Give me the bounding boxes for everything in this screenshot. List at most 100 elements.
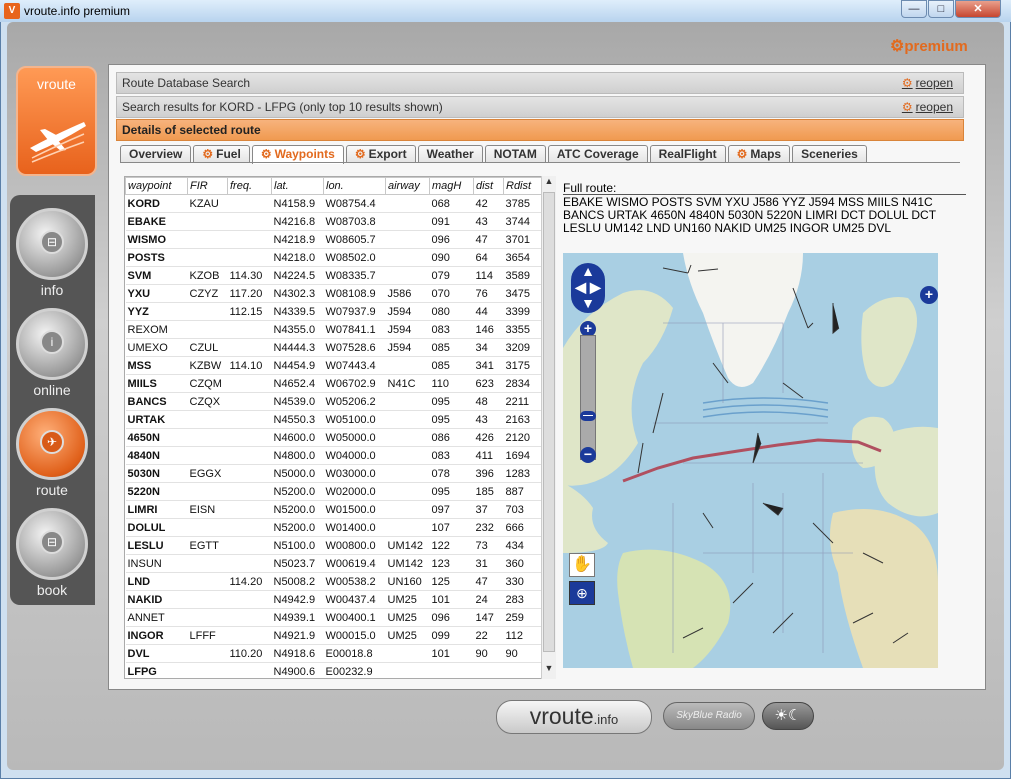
cell-lat: N4918.6 xyxy=(271,644,324,663)
table-row[interactable]: INSUN N5023.7 W00619.4 UM142 123 31 360 xyxy=(125,554,542,573)
cell-dist: 44 xyxy=(473,302,504,321)
cell-rdist: 666 xyxy=(503,518,542,537)
table-row[interactable]: REXOM N4355.0 W07841.1 J594 083 146 3355 xyxy=(125,320,542,339)
reopen-link-2[interactable]: ⚙ reopen xyxy=(902,100,953,114)
cell-waypoint: MIILS xyxy=(125,374,188,393)
zoom-handle[interactable]: — xyxy=(580,411,596,421)
tab-atc-coverage[interactable]: ATC Coverage xyxy=(547,145,648,163)
cell-airway: UM142 xyxy=(385,554,430,573)
cell-fir: EGGX xyxy=(187,464,228,483)
vroute-logo[interactable]: vroute xyxy=(16,66,97,176)
column-header-rdist[interactable]: Rdist xyxy=(503,177,542,195)
cell-freq: 112.15 xyxy=(227,302,272,321)
table-scrollbar[interactable]: ▲ ▼ xyxy=(541,176,556,679)
nav-online-button[interactable]: i xyxy=(16,308,88,380)
results-header[interactable]: Search results for KORD - LFPG (only top… xyxy=(116,96,964,118)
tab-sceneries[interactable]: Sceneries xyxy=(792,145,867,163)
table-row[interactable]: 5030N EGGX N5000.0 W03000.0 078 396 1283 xyxy=(125,464,542,483)
cell-waypoint: SVM xyxy=(125,266,188,285)
column-header-waypoint[interactable]: waypoint xyxy=(125,177,188,195)
cell-lon: W08605.7 xyxy=(323,230,386,249)
nav-info-button[interactable]: ⊟ xyxy=(16,208,88,280)
skyblue-radio-button[interactable]: SkyBlue Radio xyxy=(663,702,755,730)
zoom-box-icon[interactable]: ⊕ xyxy=(569,581,595,605)
cell-lat: N4216.8 xyxy=(271,212,324,231)
tab-fuel[interactable]: ⚙ Fuel xyxy=(193,145,250,163)
table-row[interactable]: LIMRI EISN N5200.0 W01500.0 097 37 703 xyxy=(125,500,542,519)
db-search-title: Route Database Search xyxy=(122,76,251,90)
pan-left-right-icon[interactable]: ◀ ▶ xyxy=(571,279,605,295)
cell-airway xyxy=(385,248,430,267)
table-row[interactable]: SVM KZOB 114.30 N4224.5 W08335.7 079 114 3589 xyxy=(125,266,542,285)
tab-overview[interactable]: Overview xyxy=(120,145,192,163)
tab-realflight[interactable]: RealFlight xyxy=(649,145,726,163)
map-pan-control[interactable]: ▲ ◀ ▶ ▼ xyxy=(571,263,605,313)
column-header-lat[interactable]: lat. xyxy=(271,177,324,195)
table-row[interactable]: UMEXO CZUL N4444.3 W07528.6 J594 085 34 3209 xyxy=(125,338,542,357)
layer-switcher-icon[interactable]: + xyxy=(920,286,938,304)
table-row[interactable]: DVL 110.20 N4918.6 E00018.8 101 90 90 xyxy=(125,644,542,663)
close-button[interactable]: ✕ xyxy=(955,0,1001,18)
column-header-dist[interactable]: dist xyxy=(473,177,504,195)
db-search-header[interactable]: Route Database Search ⚙ reopen xyxy=(116,72,964,94)
cell-waypoint: 5030N xyxy=(125,464,188,483)
sun-moon-icon[interactable]: ☀☾ xyxy=(762,702,814,730)
table-row[interactable]: INGOR LFFF N4921.9 W00015.0 UM25 099 22 112 xyxy=(125,626,542,645)
table-row[interactable]: ANNET N4939.1 W00400.1 UM25 096 147 259 xyxy=(125,608,542,627)
maximize-button[interactable]: □ xyxy=(928,0,954,18)
pan-hand-icon[interactable]: ✋ xyxy=(569,553,595,577)
table-row[interactable]: LND 114.20 N5008.2 W00538.2 UN160 125 47 330 xyxy=(125,572,542,591)
cell-dist: 24 xyxy=(473,590,504,609)
table-row[interactable]: POSTS N4218.0 W08502.0 090 64 3654 xyxy=(125,248,542,267)
table-row[interactable]: MIILS CZQM N4652.4 W06702.9 N41C 110 623 2834 xyxy=(125,374,542,393)
scroll-up-icon[interactable]: ▲ xyxy=(542,176,556,190)
table-row[interactable]: NAKID N4942.9 W00437.4 UM25 101 24 283 xyxy=(125,590,542,609)
cell-waypoint: URTAK xyxy=(125,410,188,429)
zoom-out-icon[interactable]: − xyxy=(580,447,596,463)
column-header-fir[interactable]: FIR xyxy=(187,177,228,195)
tab-export[interactable]: ⚙ Export xyxy=(345,145,416,163)
table-row[interactable]: 5220N N5200.0 W02000.0 095 185 887 xyxy=(125,482,542,501)
column-header-airway[interactable]: airway xyxy=(385,177,430,195)
table-row[interactable]: EBAKE N4216.8 W08703.8 091 43 3744 xyxy=(125,212,542,231)
column-header-magh[interactable]: magH xyxy=(429,177,474,195)
table-row[interactable]: URTAK N4550.3 W05100.0 095 43 2163 xyxy=(125,410,542,429)
table-row[interactable]: DOLUL N5200.0 W01400.0 107 232 666 xyxy=(125,518,542,537)
cell-lat: N4800.0 xyxy=(271,446,324,465)
cell-freq xyxy=(227,374,272,393)
zoom-slider[interactable] xyxy=(580,335,596,460)
tab-maps[interactable]: ⚙ Maps xyxy=(727,145,791,163)
table-row[interactable]: YXU CZYZ 117.20 N4302.3 W08108.9 J586 070 76 347… xyxy=(125,284,542,303)
cell-airway xyxy=(385,518,430,537)
table-row[interactable]: MSS KZBW 114.10 N4454.9 W07443.4 085 341 3175 xyxy=(125,356,542,375)
pan-up-icon[interactable]: ▲ xyxy=(571,263,605,279)
column-header-lon[interactable]: lon. xyxy=(323,177,386,195)
reopen-link-1[interactable]: ⚙ reopen xyxy=(902,76,953,90)
nav-route-button[interactable]: ✈ xyxy=(16,408,88,480)
table-row[interactable]: LESLU EGTT N5100.0 W00800.0 UM142 122 73 434 xyxy=(125,536,542,555)
waypoint-table[interactable]: waypoint FIR freq. lat. lon. airway magH dist Rd… xyxy=(124,176,556,679)
minimize-button[interactable]: — xyxy=(901,0,927,18)
nav-book-button[interactable]: ⊟ xyxy=(16,508,88,580)
cell-freq xyxy=(227,248,272,267)
table-row[interactable]: KORD KZAU N4158.9 W08754.4 068 42 3785 xyxy=(125,194,542,213)
cell-magh: 096 xyxy=(429,230,474,249)
table-row[interactable]: 4650N N4600.0 W05000.0 086 426 2120 xyxy=(125,428,542,447)
cell-lat: N4302.3 xyxy=(271,284,324,303)
table-row[interactable]: 4840N N4800.0 W04000.0 083 411 1694 xyxy=(125,446,542,465)
tab-weather[interactable]: Weather xyxy=(417,145,483,163)
table-row[interactable]: BANCS CZQX N4539.0 W05206.2 095 48 2211 xyxy=(125,392,542,411)
scroll-thumb[interactable] xyxy=(543,192,555,652)
table-row[interactable]: WISMO N4218.9 W08605.7 096 47 3701 xyxy=(125,230,542,249)
cell-lon: W07528.6 xyxy=(323,338,386,357)
column-header-freq[interactable]: freq. xyxy=(227,177,272,195)
table-row[interactable]: LFPG N4900.6 E00232.9 xyxy=(125,662,542,678)
vroute-footer-logo[interactable]: vroute.info xyxy=(496,700,652,734)
table-row[interactable]: YYZ 112.15 N4339.5 W07937.9 J594 080 44 3399 xyxy=(125,302,542,321)
cell-magh: 107 xyxy=(429,518,474,537)
tab-notam[interactable]: NOTAM xyxy=(484,145,546,163)
route-map[interactable]: ▲ ◀ ▶ ▼ + — − + ✋ ⊕ xyxy=(563,253,938,668)
scroll-down-icon[interactable]: ▼ xyxy=(542,663,556,677)
cell-magh: 070 xyxy=(429,284,474,303)
pan-down-icon[interactable]: ▼ xyxy=(571,295,605,311)
